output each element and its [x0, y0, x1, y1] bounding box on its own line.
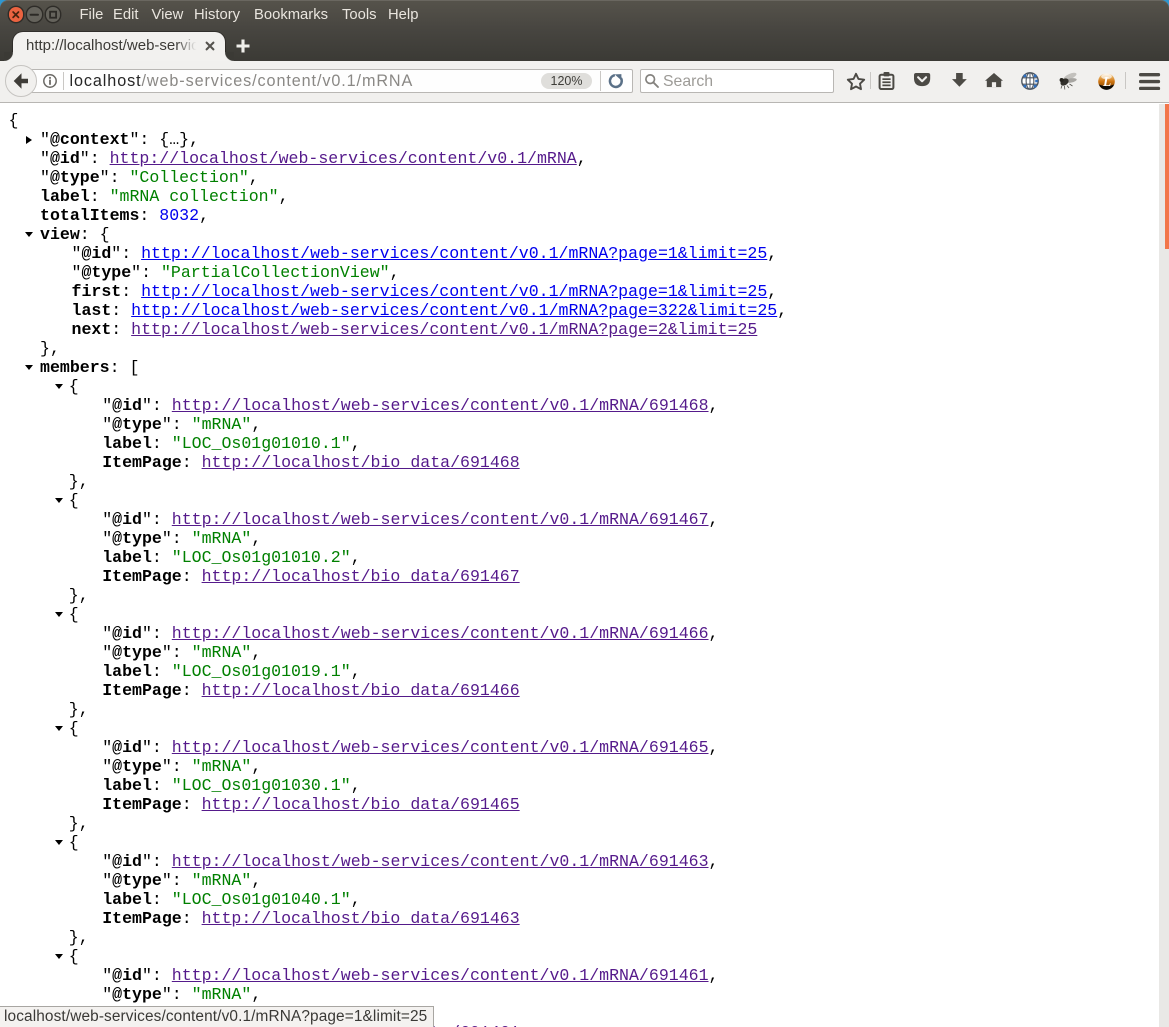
svg-text:L: L	[1102, 74, 1111, 89]
